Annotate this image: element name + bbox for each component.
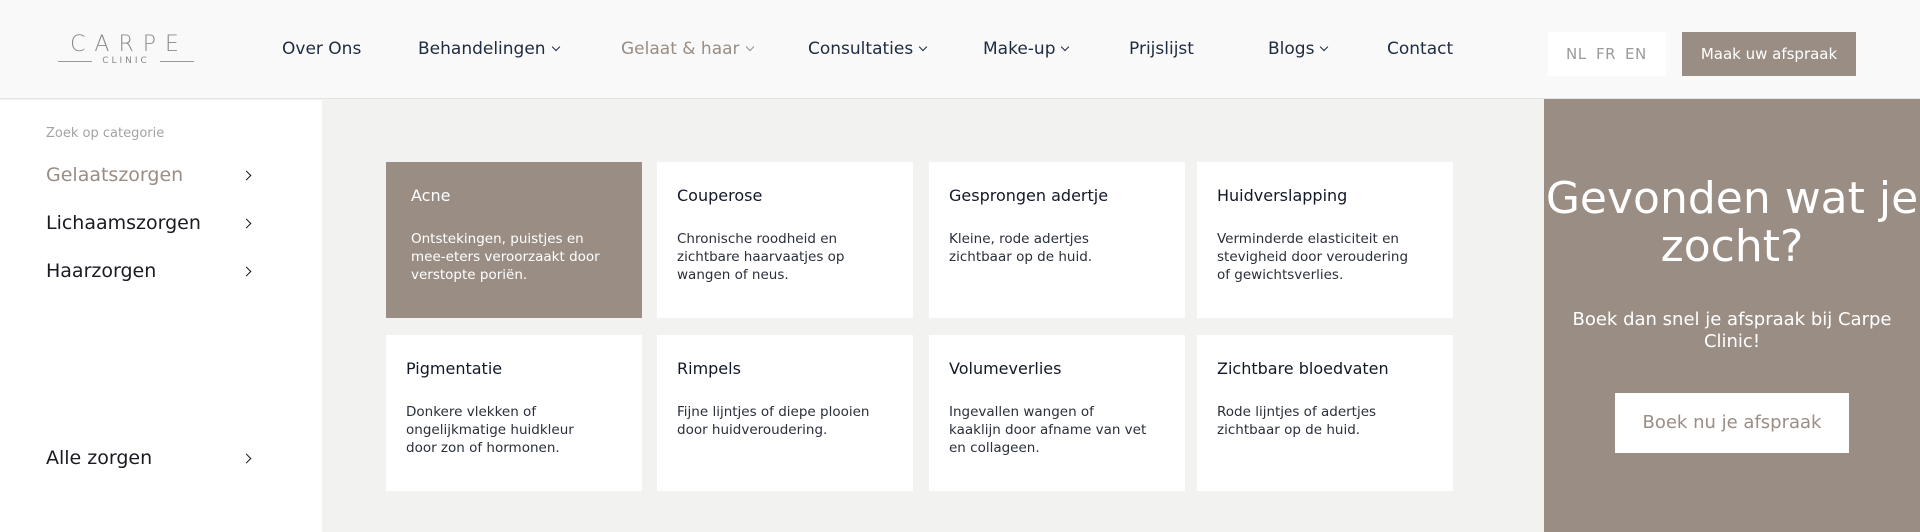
card-description: Kleine, rode adertjes zichtbaar op de hu… bbox=[949, 231, 1093, 265]
nav-gelaat-haar[interactable]: Gelaat & haar bbox=[621, 38, 754, 60]
lang-nl[interactable]: NL bbox=[1566, 45, 1587, 63]
nav-consultaties[interactable]: Consultaties bbox=[808, 38, 928, 60]
nav-label: Consultaties bbox=[808, 39, 914, 59]
book-now-button[interactable]: Boek nu je afspraak bbox=[1615, 393, 1849, 453]
card-description: Fijne lijntjes of diepe plooien door hui… bbox=[677, 404, 870, 438]
card-rimpels[interactable]: Rimpels Fijne lijntjes of diepe plooien … bbox=[657, 335, 913, 491]
make-appointment-button[interactable]: Maak uw afspraak bbox=[1682, 32, 1856, 76]
nav-blogs[interactable]: Blogs bbox=[1268, 38, 1329, 60]
nav-label: Over Ons bbox=[282, 39, 362, 59]
chevron-down-icon bbox=[551, 42, 560, 52]
chevron-down-icon bbox=[745, 42, 754, 52]
sidebar-item-label: Haarzorgen bbox=[46, 260, 157, 282]
nav-label: Prijslijst bbox=[1129, 39, 1194, 59]
chevron-down-icon bbox=[1320, 42, 1329, 52]
nav-label: Gelaat & haar bbox=[621, 39, 740, 59]
card-huidverslapping[interactable]: Huidverslapping Verminderde elasticiteit… bbox=[1197, 162, 1453, 318]
sidebar-item-lichaamszorgen[interactable]: Lichaamszorgen bbox=[46, 211, 256, 235]
lang-en[interactable]: EN bbox=[1625, 45, 1647, 63]
card-description: Donkere vlekken of ongelijkmatige huidkl… bbox=[406, 404, 574, 456]
card-title: Couperose bbox=[677, 186, 763, 205]
card-title: Gesprongen adertje bbox=[949, 186, 1109, 205]
logo-subline: CLINIC bbox=[58, 55, 194, 67]
card-title: Pigmentatie bbox=[406, 359, 503, 378]
carpe-clinic-logo[interactable]: CARPE CLINIC bbox=[58, 34, 194, 68]
sidebar-item-label: Gelaatszorgen bbox=[46, 164, 184, 186]
card-description: Ontstekingen, puistjes en mee-eters vero… bbox=[411, 231, 600, 283]
nav-contact[interactable]: Contact bbox=[1387, 38, 1453, 60]
logo-divider-right bbox=[160, 61, 194, 62]
chevron-right-icon bbox=[241, 453, 252, 464]
card-gesprongen-adertje[interactable]: Gesprongen adertje Kleine, rode adertjes… bbox=[929, 162, 1185, 318]
category-sidebar: Zoek op categorie Gelaatszorgen Lichaams… bbox=[0, 100, 322, 532]
sidebar-item-haarzorgen[interactable]: Haarzorgen bbox=[46, 259, 256, 283]
nav-label: Behandelingen bbox=[418, 39, 546, 59]
card-description: Rode lijntjes of adertjes zichtbaar op d… bbox=[1217, 404, 1377, 438]
sidebar-item-label: Alle zorgen bbox=[46, 447, 153, 469]
sidebar-item-gelaatszorgen[interactable]: Gelaatszorgen bbox=[46, 163, 256, 187]
sidebar-heading: Zoek op categorie bbox=[46, 126, 165, 141]
promo-subtitle: Boek dan snel je afspraak bij Carpe Clin… bbox=[1572, 309, 1892, 352]
nav-prijslijst[interactable]: Prijslijst bbox=[1129, 38, 1194, 60]
card-description: Ingevallen wangen of kaaklijn door afnam… bbox=[949, 404, 1147, 456]
nav-label: Blogs bbox=[1268, 39, 1315, 59]
nav-label: Contact bbox=[1387, 39, 1454, 59]
card-zichtbare-bloedvaten[interactable]: Zichtbare bloedvaten Rode lijntjes of ad… bbox=[1197, 335, 1453, 491]
booking-promo-panel: Gevonden wat je zocht? Boek dan snel je … bbox=[1544, 99, 1920, 532]
card-description: Chronische roodheid en zichtbare haarvaa… bbox=[677, 231, 845, 283]
card-title: Volumeverlies bbox=[949, 359, 1062, 378]
sidebar-item-alle-zorgen[interactable]: Alle zorgen bbox=[46, 446, 256, 470]
nav-make-up[interactable]: Make-up bbox=[983, 38, 1070, 60]
card-acne[interactable]: Acne Ontstekingen, puistjes en mee-eters… bbox=[386, 162, 642, 318]
sidebar-item-label: Lichaamszorgen bbox=[46, 212, 201, 234]
chevron-right-icon bbox=[241, 170, 252, 181]
chevron-down-icon bbox=[1061, 42, 1070, 52]
card-title: Huidverslapping bbox=[1217, 186, 1348, 205]
language-switcher: NL FR EN bbox=[1548, 32, 1666, 76]
logo-wordmark: CARPE bbox=[70, 32, 188, 57]
nav-over-ons[interactable]: Over Ons bbox=[282, 38, 361, 60]
promo-title: Gevonden wat je zocht? bbox=[1545, 173, 1919, 272]
chevron-right-icon bbox=[241, 218, 252, 229]
nav-label: Make-up bbox=[983, 39, 1056, 59]
card-pigmentatie[interactable]: Pigmentatie Donkere vlekken of ongelijkm… bbox=[386, 335, 642, 491]
nav-behandelingen[interactable]: Behandelingen bbox=[418, 38, 560, 60]
site-header: CARPE CLINIC Over Ons Behandelingen Gela… bbox=[0, 0, 1920, 99]
card-title: Zichtbare bloedvaten bbox=[1217, 359, 1389, 378]
chevron-down-icon bbox=[918, 42, 928, 52]
card-couperose[interactable]: Couperose Chronische roodheid en zichtba… bbox=[657, 162, 913, 318]
card-description: Verminderde elasticiteit en stevigheid d… bbox=[1217, 231, 1409, 283]
card-title: Rimpels bbox=[677, 359, 741, 378]
lang-fr[interactable]: FR bbox=[1596, 45, 1616, 63]
card-volumeverlies[interactable]: Volumeverlies Ingevallen wangen of kaakl… bbox=[929, 335, 1185, 491]
chevron-right-icon bbox=[241, 266, 252, 277]
card-title: Acne bbox=[411, 186, 451, 205]
